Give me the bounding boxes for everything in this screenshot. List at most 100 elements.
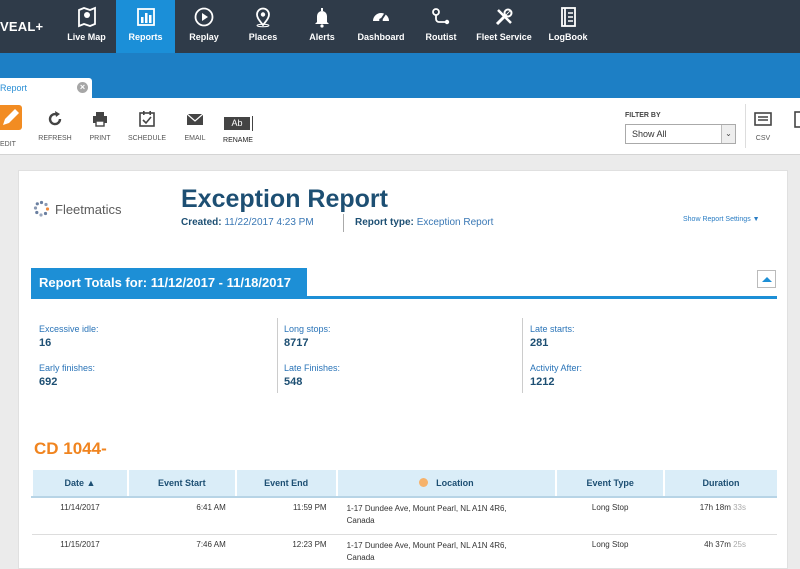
wrench-icon — [495, 8, 513, 26]
speedometer-icon — [373, 13, 389, 22]
tab-label: Report — [0, 83, 28, 93]
nav-label: Routist — [425, 32, 457, 42]
pdf-button[interactable] — [790, 98, 800, 128]
duration-value: 4h 37m — [704, 539, 731, 549]
nav-places[interactable]: Places — [240, 0, 286, 53]
print-button[interactable]: PRINT — [86, 98, 114, 142]
envelope-icon — [186, 113, 204, 125]
duration-seconds: 33s — [733, 503, 746, 512]
cell-location: 1-17 Dundee Ave, Mount Pearl, NL A1N 4R6… — [336, 534, 557, 568]
cell-duration: 4h 37m 25s — [664, 534, 777, 568]
column-date[interactable]: Date ▲ — [31, 470, 128, 498]
stat-value: 1212 — [530, 376, 555, 388]
nav-reports[interactable]: Reports — [116, 0, 175, 53]
cell-location: 1-17 Dundee Ave, Mount Pearl, NL A1N 4R6… — [336, 497, 557, 535]
email-button[interactable]: EMAIL — [181, 98, 209, 142]
report-type-value: Exception Report — [416, 217, 494, 228]
table-row[interactable]: 11/15/2017 7:46 AM 12:23 PM 1-17 Dundee … — [32, 534, 777, 568]
nav-label: Live Map — [67, 32, 106, 42]
column-location-label: Location — [436, 478, 474, 488]
report-type-label: Report type: — [355, 217, 414, 228]
refresh-button[interactable]: REFRESH — [37, 98, 73, 142]
nav-routist[interactable]: Routist — [420, 0, 462, 53]
close-icon[interactable]: × — [77, 82, 88, 93]
calendar-check-icon — [139, 111, 155, 127]
created-meta: Created: 11/22/2017 4:23 PM — [181, 217, 314, 228]
rename-icon: Ab — [221, 116, 255, 131]
filter-select[interactable]: Show All ⌄ — [625, 124, 736, 144]
report-totals-title: Report Totals for: 11/12/2017 - 11/18/20… — [31, 268, 307, 296]
nav-dashboard[interactable]: Dashboard — [355, 0, 407, 53]
nav-label: Fleet Service — [476, 32, 532, 42]
nav-label: Replay — [189, 32, 219, 42]
stat-late-finishes: Late Finishes: 548 — [284, 363, 340, 388]
rename-glyph: Ab — [224, 117, 250, 130]
logbook-icon — [561, 7, 576, 27]
stat-excessive-idle: Excessive idle: 16 — [39, 324, 99, 349]
column-event-type[interactable]: Event Type — [555, 470, 665, 498]
divider — [745, 104, 746, 148]
location-marker-icon — [419, 478, 429, 487]
brand-name: VEAL+ — [0, 19, 44, 34]
exception-table: Date ▲ Event Start Event End Location Ev… — [31, 470, 777, 568]
map-pin-icon — [77, 6, 96, 28]
cell-event-end: 11:59 PM — [235, 497, 337, 535]
csv-button[interactable]: CSV — [751, 98, 775, 142]
csv-document-icon — [754, 112, 772, 126]
divider — [343, 214, 344, 232]
cell-event-start: 7:46 AM — [127, 534, 236, 568]
bar-chart-icon — [136, 8, 155, 26]
pencil-icon — [3, 109, 19, 125]
report-totals-header: Report Totals for: 11/12/2017 - 11/18/20… — [31, 268, 777, 299]
top-nav: VEAL+ Live Map Reports Replay Places Ale… — [0, 0, 800, 53]
column-location[interactable]: Location — [335, 470, 557, 498]
rename-label: RENAME — [223, 137, 253, 144]
stat-label: Early finishes: — [39, 363, 96, 373]
cell-date: 11/15/2017 — [32, 534, 128, 568]
cell-event-end: 12:23 PM — [235, 534, 337, 568]
stat-label: Late Finishes: — [284, 363, 341, 373]
nav-label: Alerts — [309, 32, 335, 42]
printer-icon — [93, 112, 107, 127]
nav-label: LogBook — [548, 32, 588, 42]
vehicle-name: CD 1044- — [34, 439, 107, 458]
cell-event-type: Long Stop — [556, 497, 665, 535]
nav-replay[interactable]: Replay — [180, 0, 228, 53]
table-row[interactable]: 11/14/2017 6:41 AM 11:59 PM 1-17 Dundee … — [32, 497, 777, 535]
stat-label: Long stops: — [284, 324, 331, 334]
nav-logbook[interactable]: LogBook — [545, 0, 591, 53]
play-circle-icon — [194, 7, 214, 27]
stat-label: Activity After: — [530, 363, 583, 373]
filter-label: FILTER BY — [625, 112, 661, 119]
stat-late-starts: Late starts: 281 — [530, 324, 575, 349]
refresh-icon — [48, 111, 62, 126]
text-cursor — [252, 116, 254, 131]
location-line-1: 1-17 Dundee Ave, Mount Pearl, NL A1N 4R6… — [346, 540, 507, 550]
divider — [522, 318, 523, 393]
show-report-settings-link[interactable]: Show Report Settings ▼ — [683, 216, 760, 223]
nav-fleet-service[interactable]: Fleet Service — [472, 0, 536, 53]
report-toolbar: EDIT REFRESH PRINT SCHEDULE EMAIL Ab REN… — [0, 98, 800, 155]
nav-alerts[interactable]: Alerts — [300, 0, 344, 53]
column-event-start[interactable]: Event Start — [126, 470, 236, 498]
report-panel: Fleetmatics Exception Report Created: 11… — [18, 170, 788, 569]
schedule-button[interactable]: SCHEDULE — [127, 98, 167, 142]
column-event-end[interactable]: Event End — [234, 470, 337, 498]
stat-value: 281 — [530, 337, 549, 349]
stat-value: 548 — [284, 376, 303, 388]
csv-label: CSV — [755, 135, 771, 142]
location-line-2: Canada — [346, 516, 375, 525]
divider — [277, 318, 278, 393]
page-title: Exception Report — [181, 185, 388, 213]
nav-live-map[interactable]: Live Map — [62, 0, 111, 53]
rename-button[interactable]: Ab RENAME — [219, 98, 257, 144]
collapse-button[interactable] — [757, 270, 776, 288]
tab-report[interactable]: Report × — [0, 78, 92, 98]
edit-button[interactable] — [0, 105, 22, 130]
location-line-2: Canada — [346, 552, 375, 562]
stat-label: Excessive idle: — [39, 324, 99, 334]
column-duration[interactable]: Duration — [663, 470, 777, 498]
bell-icon — [315, 8, 329, 28]
duration-value: 17h 18m — [699, 503, 731, 512]
chevron-down-icon: ⌄ — [721, 125, 735, 143]
